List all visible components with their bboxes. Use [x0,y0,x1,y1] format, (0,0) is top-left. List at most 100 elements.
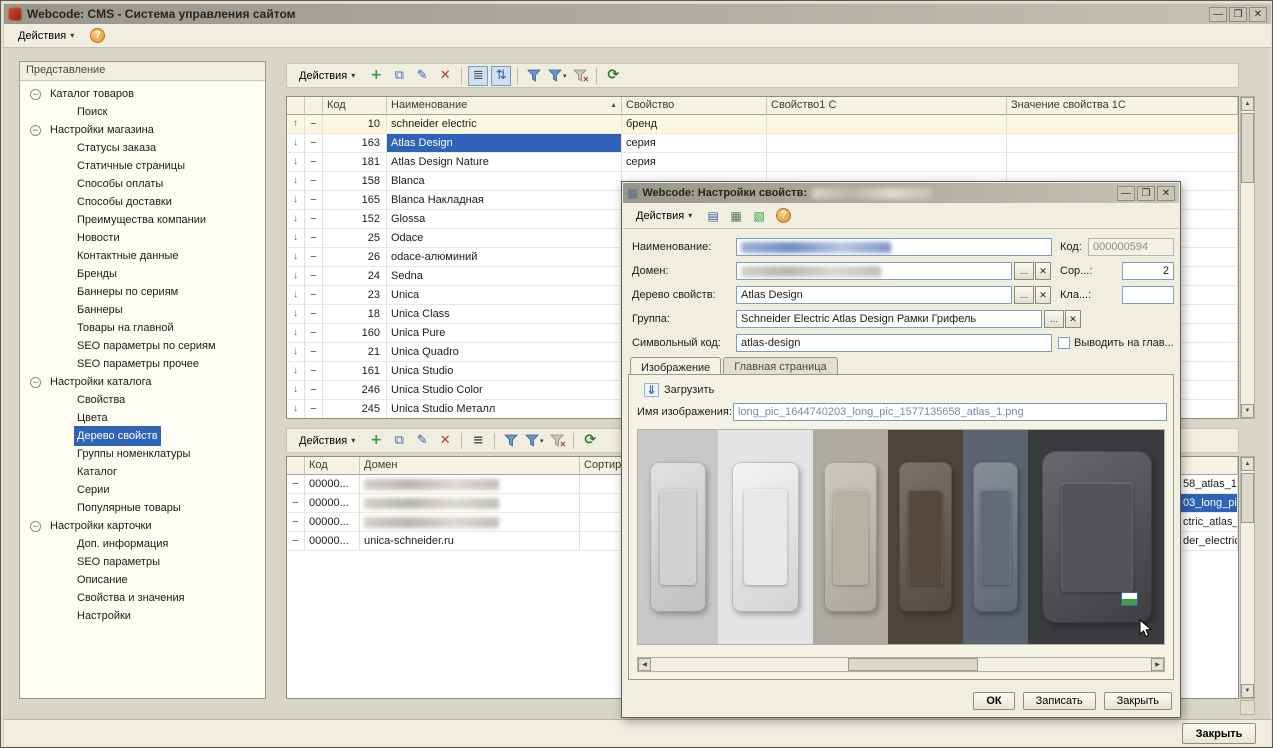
scroll-up-icon[interactable]: ▲ [1241,97,1254,111]
cell-property[interactable]: серия [622,153,767,172]
cell-code[interactable]: 165 [323,191,387,210]
delete-button[interactable]: ✕ [435,66,455,86]
property-tree-field[interactable]: Atlas Design [736,286,1012,304]
cell-name[interactable]: Unica Studio [387,362,622,381]
tree-item[interactable]: Баннеры [20,301,265,319]
domain-clear-button[interactable]: ✕ [1035,262,1051,280]
write-button[interactable]: Записать [1023,692,1096,710]
header-name[interactable]: Наименование▲ [387,97,622,115]
tree-item[interactable]: Дерево свойств [20,427,265,445]
tree-expander-icon[interactable]: − [30,89,41,100]
add-button[interactable]: + [366,66,386,86]
cell-name[interactable]: Atlas Design Nature [387,153,622,172]
domains-table-scrollbar[interactable]: ▲ ▼ [1240,456,1255,699]
cell-property1c[interactable] [767,153,1007,172]
cell-code[interactable]: 163 [323,134,387,153]
header-code[interactable]: Код [323,97,387,115]
scroll-right-icon[interactable]: ▶ [1151,658,1164,671]
group-clear-button[interactable]: ✕ [1065,310,1081,328]
cell-name[interactable]: Blanca [387,172,622,191]
cell-code[interactable]: 21 [323,343,387,362]
copy-button[interactable]: ⧉ [389,431,409,451]
dialog-maximize-button[interactable]: ❐ [1137,186,1155,201]
cell-domain[interactable] [360,475,580,494]
clear-filter-button[interactable]: ✕ [570,66,590,86]
tree-item[interactable]: Товары на главной [20,319,265,337]
cell-name[interactable]: Unica [387,286,622,305]
tree-expander-icon[interactable]: − [30,377,41,388]
show-on-main-label[interactable]: Выводить на глав... [1074,334,1176,352]
tree-item[interactable]: SEO параметры по сериям [20,337,265,355]
cell-code[interactable]: 00000... [305,513,360,532]
reread-button[interactable]: ▤ [703,206,723,226]
cell-name[interactable]: schneider electric [387,115,622,134]
cell-code[interactable]: 23 [323,286,387,305]
tree-item[interactable]: Свойства [20,391,265,409]
help-icon[interactable]: ? [90,28,105,43]
tree-item[interactable]: Преимущества компании [20,211,265,229]
maximize-button[interactable]: ❐ [1229,7,1247,22]
cell-name[interactable]: Unica Studio Color [387,381,622,400]
cell-property1c[interactable] [767,115,1007,134]
tree-item[interactable]: Популярные товары [20,499,265,517]
table-action-button[interactable]: ▦ [726,206,746,226]
sort-field[interactable]: 2 [1122,262,1174,280]
cell-code[interactable]: 245 [323,400,387,419]
table-row[interactable]: ↓ − 163 Atlas Design серия [287,134,1238,153]
cell-code[interactable]: 158 [323,172,387,191]
cell-code[interactable]: 18 [323,305,387,324]
clear-filter-button[interactable]: ✕ [547,431,567,451]
refresh-button[interactable]: ⟳ [603,66,623,86]
cell-code[interactable]: 160 [323,324,387,343]
minimize-button[interactable]: — [1209,7,1227,22]
dialog-help-icon[interactable]: ? [776,208,791,223]
cell-code[interactable]: 24 [323,267,387,286]
scroll-down-icon[interactable]: ▼ [1241,684,1254,698]
scroll-up-icon[interactable]: ▲ [1241,457,1254,471]
tree-expander-icon[interactable]: − [30,521,41,532]
hierarchy-view-toggle[interactable]: ⇅ [491,66,511,86]
copy-button[interactable]: ⧉ [389,66,409,86]
symbolic-code-field[interactable]: atlas-design [736,334,1052,352]
cell-name[interactable]: Glossa [387,210,622,229]
filter-settings-button[interactable]: ▾ [547,66,567,86]
tree-item[interactable]: − Настройки карточки [20,517,265,535]
domain-field[interactable] [736,262,1012,280]
tree-item[interactable]: Настройки [20,607,265,625]
tree-item[interactable]: − Настройки магазина [20,121,265,139]
cell-domain[interactable] [360,513,580,532]
cell-name[interactable]: Unica Pure [387,324,622,343]
show-on-main-checkbox[interactable] [1058,337,1070,349]
scroll-down-icon[interactable]: ▼ [1241,404,1254,418]
cell-code[interactable]: 00000... [305,494,360,513]
tree-item[interactable]: Контактные данные [20,247,265,265]
tree-item[interactable]: Статусы заказа [20,139,265,157]
cell-property-value[interactable] [1007,134,1238,153]
refresh-button[interactable]: ⟳ [580,431,600,451]
cell-property-value[interactable] [1007,115,1238,134]
cell-code[interactable]: 161 [323,362,387,381]
table-row[interactable]: ↑ − 10 schneider electric бренд [287,115,1238,134]
table-row[interactable]: ↓ − 181 Atlas Design Nature серия [287,153,1238,172]
tree-expander-icon[interactable]: − [30,125,41,136]
cell-name[interactable]: Atlas Design [387,134,622,153]
domain-lookup-button[interactable]: … [1014,262,1034,280]
filter-button[interactable] [501,431,521,451]
scroll-left-icon[interactable]: ◀ [638,658,651,671]
cell-code[interactable]: 246 [323,381,387,400]
tree-item[interactable]: − Каталог товаров [20,85,265,103]
cell-property[interactable]: бренд [622,115,767,134]
cell-property-value[interactable] [1007,153,1238,172]
tree-item[interactable]: Баннеры по сериям [20,283,265,301]
name-field[interactable] [736,238,1052,256]
actions-menu-button[interactable]: Действия ▾ [10,27,82,45]
cell-property[interactable]: серия [622,134,767,153]
add-page-button[interactable]: ▧ [749,206,769,226]
delete-button[interactable]: ✕ [435,431,455,451]
tab-main-page[interactable]: Главная страница [723,357,837,375]
cell-domain[interactable]: unica-schneider.ru [360,532,580,551]
header-code[interactable]: Код [305,457,360,475]
grouping-button[interactable]: ≡ [468,431,488,451]
domains-actions-button[interactable]: Действия ▾ [291,432,363,450]
dialog-close-action-button[interactable]: Закрыть [1104,692,1172,710]
